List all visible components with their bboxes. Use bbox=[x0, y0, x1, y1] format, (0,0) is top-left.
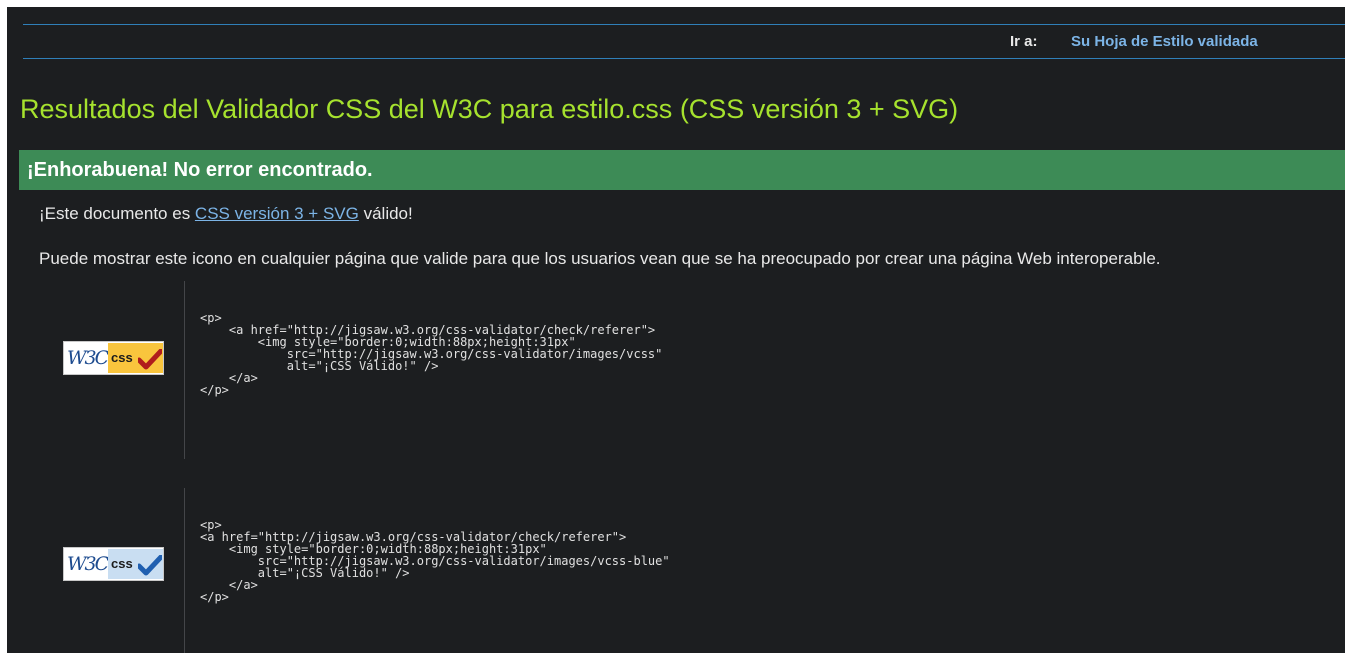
css-version-link[interactable]: CSS versión 3 + SVG bbox=[195, 204, 359, 223]
goto-label: Ir a: bbox=[1010, 33, 1038, 50]
w3c-logo: W3C bbox=[67, 553, 109, 575]
validated-stylesheet-link[interactable]: Su Hoja de Estilo validada bbox=[1071, 33, 1258, 50]
css-valid-badge-gold: W3C css bbox=[63, 341, 164, 375]
top-navigation: Ir a: Su Hoja de Estilo validada bbox=[23, 24, 1345, 59]
w3c-logo: W3C bbox=[67, 347, 109, 369]
code-separator bbox=[184, 281, 185, 459]
validator-page: Ir a: Su Hoja de Estilo validada Resulta… bbox=[7, 7, 1345, 653]
page-title: Resultados del Validador CSS del W3C par… bbox=[20, 94, 959, 124]
badge-code-snippet: <p> <a href="http://jigsaw.w3.org/css-va… bbox=[200, 311, 663, 397]
badge-css-label: css bbox=[111, 350, 133, 365]
valid-prefix: ¡Este documento es bbox=[39, 204, 195, 223]
valid-suffix: válido! bbox=[358, 204, 413, 223]
badge-css-label: css bbox=[111, 556, 133, 571]
code-separator bbox=[184, 488, 185, 653]
css-valid-badge-blue: W3C css bbox=[63, 547, 164, 581]
valid-document-text: ¡Este documento es CSS versión 3 + SVG v… bbox=[39, 204, 413, 224]
success-banner: ¡Enhorabuena! No error encontrado. bbox=[19, 150, 1345, 190]
icon-info-text: Puede mostrar este icono en cualquier pá… bbox=[39, 249, 1161, 268]
check-red-icon bbox=[138, 349, 162, 370]
badge-code-snippet: <p> <a href="http://jigsaw.w3.org/css-va… bbox=[200, 518, 670, 604]
badge-css-panel: css bbox=[108, 549, 163, 579]
success-message: ¡Enhorabuena! No error encontrado. bbox=[27, 159, 373, 181]
check-blue-icon bbox=[138, 555, 162, 576]
badge-css-panel: css bbox=[108, 343, 163, 373]
